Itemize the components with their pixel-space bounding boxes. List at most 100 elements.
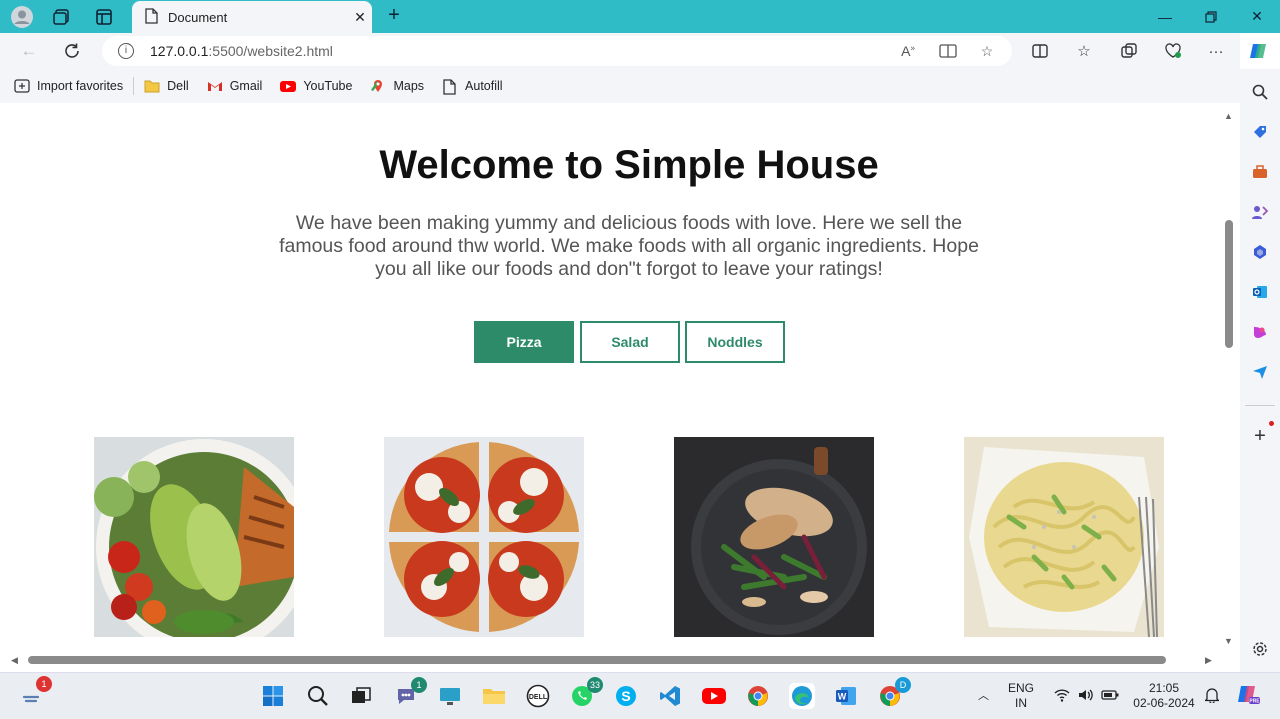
chrome-profile-icon[interactable]: D — [877, 677, 911, 709]
performance-icon[interactable] — [1161, 39, 1185, 63]
widgets-badge: 1 — [36, 676, 52, 692]
favorites-icon[interactable]: ☆ — [1072, 39, 1096, 63]
bookmarks-bar: Import favorites Dell Gmail YouTube Maps… — [0, 69, 1240, 103]
start-windows-icon[interactable] — [260, 683, 286, 709]
clock-date: 02-06-2024 — [1133, 696, 1195, 710]
minimize-icon[interactable]: — — [1142, 0, 1188, 33]
profile-icon[interactable] — [11, 6, 33, 28]
designer-icon[interactable] — [1250, 322, 1270, 342]
send-icon[interactable] — [1250, 362, 1270, 382]
copilot-icon[interactable] — [1246, 39, 1270, 63]
bookmark-label: Maps — [393, 79, 425, 93]
widgets-icon[interactable]: 1 — [20, 676, 52, 709]
bookmark-youtube[interactable]: YouTube — [280, 79, 352, 93]
battery-icon[interactable] — [1101, 688, 1119, 706]
notifications-bell-icon[interactable] — [1203, 687, 1221, 707]
close-window-icon[interactable]: ✕ — [1234, 0, 1280, 33]
shopping-tag-icon[interactable] — [1250, 122, 1270, 142]
new-tab-icon[interactable]: + — [382, 4, 406, 28]
page-description: We have been making yummy and delicious … — [279, 212, 979, 280]
read-aloud-icon[interactable]: A» — [898, 43, 918, 61]
food-image-salad-bowl — [94, 437, 294, 637]
immersive-reader-icon[interactable] — [938, 43, 958, 61]
sidebar-divider — [1245, 405, 1275, 406]
word-icon[interactable]: W — [833, 683, 859, 709]
file-explorer-icon[interactable] — [481, 683, 507, 709]
windows-taskbar: 1 1 DELL 33 S W D ︿ ENG IN 21:05 02-06-2… — [0, 672, 1280, 719]
language-indicator[interactable]: ENG IN — [1008, 681, 1034, 711]
gmail-icon — [207, 79, 223, 93]
edge-icon[interactable] — [789, 683, 815, 709]
skype-icon[interactable]: S — [613, 683, 639, 709]
refresh-icon[interactable] — [59, 39, 85, 63]
games-icon[interactable] — [1250, 202, 1270, 222]
svg-text:DELL: DELL — [529, 694, 548, 701]
close-tab-icon[interactable]: ✕ — [348, 9, 372, 26]
page-viewport: Welcome to Simple House We have been mak… — [4, 103, 1238, 672]
tab-document[interactable]: Document ✕ — [132, 1, 372, 33]
collections-icon[interactable] — [1117, 39, 1141, 63]
salad-button[interactable]: Salad — [580, 321, 680, 363]
outlook-icon[interactable] — [1250, 282, 1270, 302]
page-icon — [144, 7, 158, 27]
site-info-icon[interactable]: i — [118, 43, 134, 59]
task-view-icon[interactable] — [348, 683, 374, 709]
whatsapp-icon[interactable]: 33 — [569, 677, 603, 709]
bookmark-label: YouTube — [303, 79, 353, 93]
bookmark-label: Import favorites — [37, 79, 124, 93]
edge-sidebar: + — [1240, 69, 1280, 672]
navigation-bar: ← i 127.0.0.1:5500/website2.html A» ☆ ☆ … — [0, 33, 1266, 69]
clock-time: 21:05 — [1148, 681, 1180, 695]
url-host: 127.0.0.1 — [150, 43, 209, 59]
bookmark-autofill[interactable]: Autofill — [442, 79, 503, 95]
bookmark-label: Gmail — [229, 79, 263, 93]
settings-gear-icon[interactable] — [1250, 639, 1270, 659]
whatsapp-badge: 33 — [586, 677, 603, 693]
dell-icon[interactable]: DELL — [525, 683, 551, 709]
restore-icon[interactable] — [1188, 0, 1234, 33]
volume-icon[interactable] — [1078, 688, 1094, 706]
scroll-left-arrow[interactable]: ◀ — [11, 655, 18, 666]
bookmark-import-favorites[interactable]: Import favorites — [14, 79, 123, 93]
vscode-icon[interactable] — [657, 683, 683, 709]
split-screen-icon[interactable] — [1028, 39, 1052, 63]
back-icon[interactable]: ← — [16, 39, 42, 63]
youtube-icon — [280, 79, 297, 93]
teams-chat-icon[interactable]: 1 — [393, 677, 427, 709]
language-code: ENG — [1008, 681, 1035, 695]
scroll-down-arrow[interactable]: ▼ — [1224, 636, 1233, 646]
address-bar[interactable]: i 127.0.0.1:5500/website2.html A» ☆ — [102, 36, 1012, 66]
scroll-right-arrow[interactable]: ▶ — [1205, 655, 1212, 666]
add-sidebar-item-icon[interactable]: + — [1250, 425, 1270, 447]
bookmark-maps[interactable]: Maps — [370, 79, 424, 93]
page-icon — [442, 79, 458, 95]
noddles-button[interactable]: Noddles — [685, 321, 785, 363]
bookmark-divider — [133, 77, 135, 95]
more-options-icon[interactable]: ··· — [1204, 39, 1228, 63]
show-hidden-icons-chevron-icon[interactable]: ︿ — [978, 689, 989, 704]
workspaces-icon[interactable] — [51, 6, 73, 28]
bookmark-dell[interactable]: Dell — [144, 79, 189, 93]
desktop-monitor-icon[interactable] — [437, 683, 463, 709]
svg-text:W: W — [838, 692, 847, 702]
wifi-icon[interactable] — [1054, 688, 1070, 706]
favorite-star-icon[interactable]: ☆ — [977, 43, 997, 61]
horizontal-scrollbar-thumb[interactable] — [28, 656, 1166, 664]
pizza-button[interactable]: Pizza — [474, 321, 574, 363]
bookmark-label: Autofill — [465, 79, 503, 93]
food-image-noodles — [964, 437, 1164, 637]
microsoft-365-icon[interactable] — [1250, 242, 1270, 262]
tools-icon[interactable] — [1250, 162, 1270, 182]
bookmark-gmail[interactable]: Gmail — [207, 79, 263, 93]
url-path: :5500/website2.html — [208, 43, 333, 59]
language-region: IN — [1015, 696, 1027, 710]
scroll-up-arrow[interactable]: ▲ — [1224, 111, 1233, 121]
search-icon[interactable] — [1250, 82, 1270, 102]
vertical-scrollbar-thumb[interactable] — [1225, 220, 1233, 348]
clock[interactable]: 21:05 02-06-2024 — [1132, 681, 1196, 711]
youtube-app-icon[interactable] — [701, 683, 727, 709]
copilot-preview-icon[interactable]: PRE — [1236, 684, 1260, 710]
tab-actions-icon[interactable] — [93, 6, 115, 28]
chrome-icon[interactable] — [745, 683, 771, 709]
taskbar-search-icon[interactable] — [305, 683, 331, 709]
